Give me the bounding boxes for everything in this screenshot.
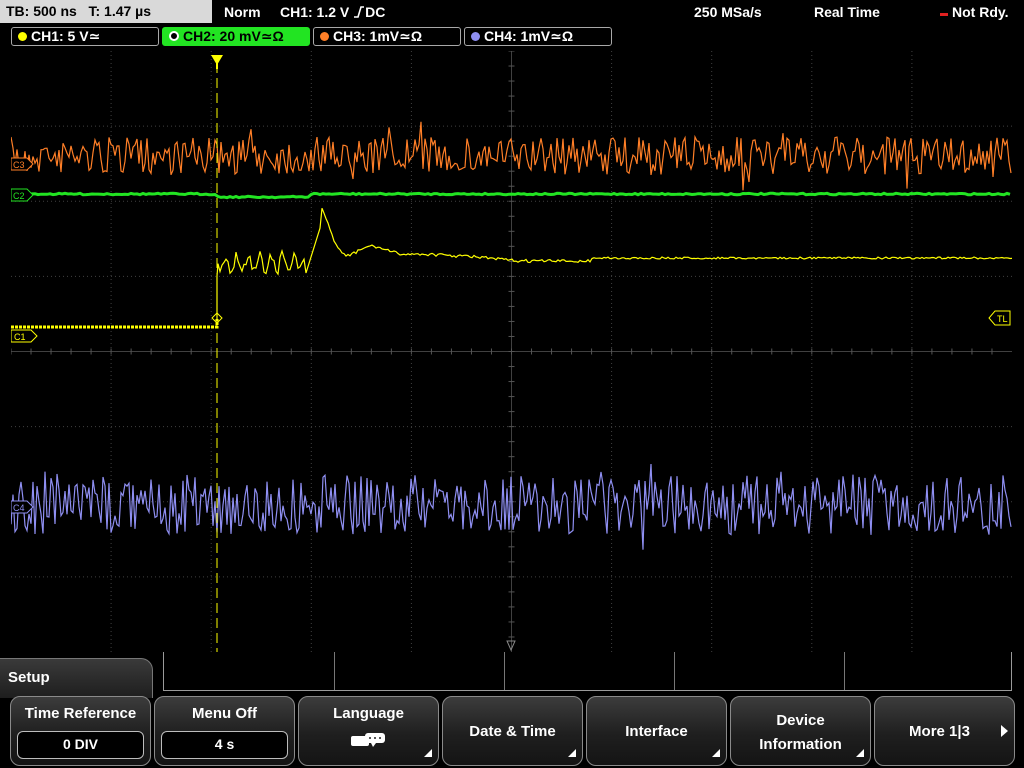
info-divider: [504, 652, 505, 690]
softkey-label-line2: Information: [759, 736, 842, 753]
channel-tab-ch1[interactable]: CH1: 5 V≃: [11, 27, 159, 46]
acquisition-mode: Real Time: [814, 4, 880, 20]
channel-tab-label: CH4: 1mV: [484, 28, 551, 44]
submenu-indicator-icon: [424, 749, 432, 757]
trigger-mode[interactable]: Norm: [224, 3, 261, 21]
submenu-indicator-icon: [856, 749, 864, 757]
date-time-softkey[interactable]: Date & Time: [442, 696, 583, 766]
channel-tab-label: CH1: 5 V: [31, 28, 89, 44]
ch4-marker-label: C4: [13, 503, 25, 513]
time-reference-softkey[interactable]: Time Reference 0 DIV: [10, 696, 151, 766]
info-divider: [844, 652, 845, 690]
softkey-label: Menu Off: [192, 705, 257, 722]
next-page-arrow-icon: [1001, 725, 1008, 737]
coupling-symbol: ≃: [88, 28, 101, 44]
softkey-label-line1: Device: [776, 712, 825, 729]
coupling-symbol: ≃Ω: [550, 28, 574, 44]
menu-off-softkey[interactable]: Menu Off 4 s: [154, 696, 295, 766]
softkey-label: Date & Time: [469, 723, 556, 740]
trigger-info[interactable]: CH1: 1.2 V DC: [280, 3, 385, 21]
info-divider: [674, 652, 675, 690]
trigger-source-level: CH1: 1.2 V: [280, 4, 350, 20]
trigger-level-label: TL: [997, 314, 1008, 324]
submenu-indicator-icon: [712, 749, 720, 757]
timebase-value: TB: 500 ns: [6, 3, 77, 19]
trigger-level-marker[interactable]: TL: [988, 310, 1011, 326]
softkey-label: Language: [333, 705, 404, 722]
channel-tab-label: CH3: 1mV: [333, 28, 400, 44]
menu-off-value: 4 s: [161, 731, 288, 759]
sample-rate: 250 MSa/s: [694, 4, 762, 20]
ch2-trace: [10, 191, 1011, 200]
time-reference-value: 0 DIV: [17, 731, 144, 759]
ch1-marker-label: C1: [14, 332, 26, 342]
timebase-box[interactable]: TB: 500 ns T: 1.47 µs: [0, 0, 212, 23]
channel-tab-ch3[interactable]: CH3: 1mV≃Ω: [313, 27, 461, 46]
device-information-softkey[interactable]: Device Information: [730, 696, 871, 766]
ch4-offset-marker[interactable]: C4: [10, 500, 34, 514]
rising-edge-icon: [354, 6, 365, 18]
info-strip: [163, 652, 1012, 691]
ch1-trace: [216, 207, 1013, 319]
trigger-time-value: T: 1.47 µs: [88, 3, 152, 19]
softkey-label: Interface: [625, 723, 688, 740]
ch2-color-dot-icon: [169, 31, 179, 41]
coupling-symbol: ≃Ω: [260, 28, 284, 44]
trigger-status: Not Rdy.: [940, 3, 1009, 21]
channel-tab-ch2[interactable]: CH2: 20 mV≃Ω: [162, 27, 310, 46]
channel-tab-ch4[interactable]: CH4: 1mV≃Ω: [464, 27, 612, 46]
ch3-color-dot-icon: [320, 32, 329, 41]
ch1-baseline-trace: [11, 319, 219, 329]
coupling-symbol: ≃Ω: [399, 28, 423, 44]
language-softkey[interactable]: Language: [298, 696, 439, 766]
interface-softkey[interactable]: Interface: [586, 696, 727, 766]
status-bar: TB: 500 ns T: 1.47 µs Norm CH1: 1.2 V DC…: [0, 0, 1024, 24]
waveform-canvas[interactable]: C3 C2 C1 C4 TL: [10, 50, 1013, 652]
ch4-color-dot-icon: [471, 32, 480, 41]
ch2-offset-marker[interactable]: C2: [10, 188, 34, 202]
waveform-display[interactable]: C3 C2 C1 C4 TL: [10, 50, 1013, 652]
softkey-label: Time Reference: [24, 705, 137, 722]
more-softkey[interactable]: More 1|3: [874, 696, 1015, 766]
info-divider: [334, 652, 335, 690]
ch3-marker-label: C3: [13, 160, 25, 170]
channel-tab-label: CH2: 20 mV: [183, 28, 261, 44]
ch1-color-dot-icon: [18, 32, 27, 41]
ch1-offset-marker[interactable]: C1: [10, 329, 38, 343]
submenu-indicator-icon: [568, 749, 576, 757]
channel-bar: CH1: 5 V≃ CH2: 20 mV≃Ω CH3: 1mV≃Ω CH4: 1…: [0, 26, 1024, 48]
trigger-coupling: DC: [365, 4, 386, 20]
ch2-marker-label: C2: [13, 191, 25, 201]
trigger-status-text: Not Rdy.: [952, 4, 1009, 20]
softkey-label: More 1|3: [909, 723, 970, 740]
menu-title: Setup: [0, 658, 153, 698]
keyboard-icon: [351, 733, 385, 747]
status-indicator-icon: [940, 13, 948, 16]
